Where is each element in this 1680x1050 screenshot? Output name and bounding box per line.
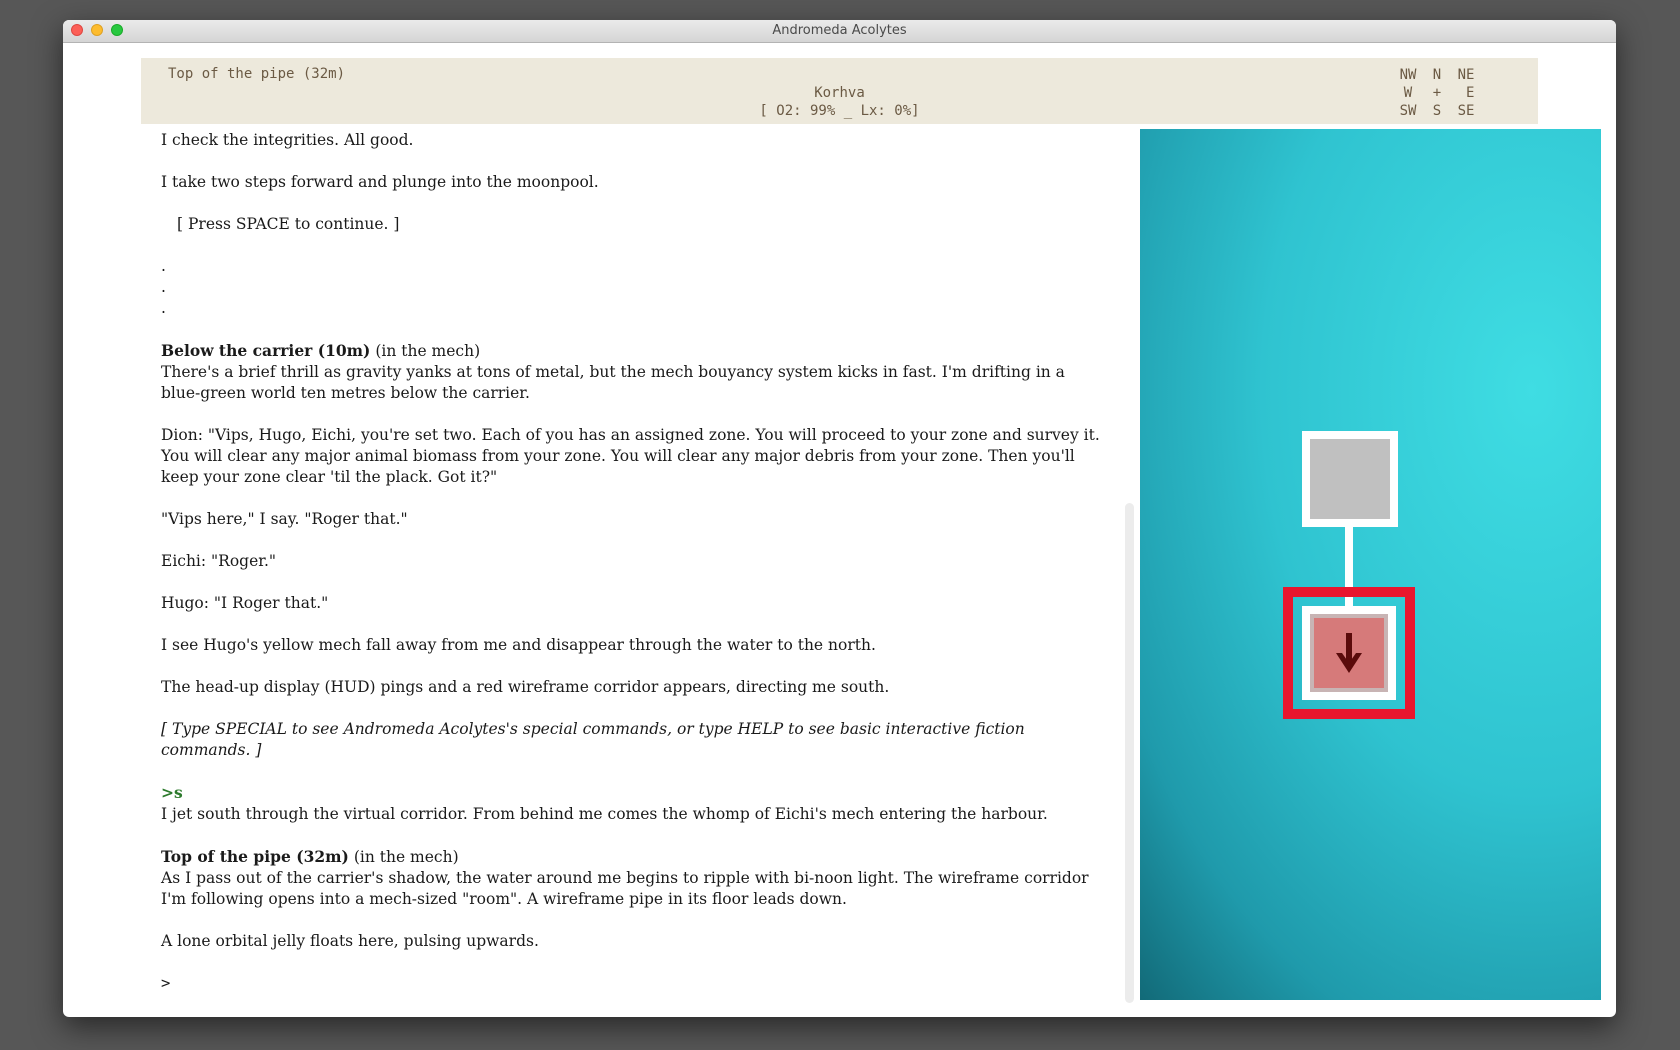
- map-view: [1140, 129, 1601, 1000]
- window-title: Andromeda Acolytes: [772, 23, 907, 38]
- compass-se[interactable]: SE: [1451, 102, 1481, 120]
- story-paragraph: "Vips here," I say. "Roger that.": [161, 510, 408, 528]
- map-room-north[interactable]: [1302, 431, 1398, 527]
- status-location: Top of the pipe (32m): [168, 66, 346, 82]
- status-center: Korhva [ O2: 99% _ Lx: 0%]: [141, 84, 1538, 120]
- dot: .: [161, 299, 166, 317]
- compass-center: +: [1432, 85, 1442, 101]
- down-arrow-icon: [1336, 633, 1362, 673]
- dot: .: [161, 257, 166, 275]
- status-region: Korhva: [814, 85, 865, 101]
- status-bar: Top of the pipe (32m) Korhva [ O2: 99% _…: [141, 58, 1538, 124]
- story-transcript: I check the integrities. All good. I tak…: [161, 130, 1106, 1010]
- room-heading: Top of the pipe (32m): [161, 847, 349, 866]
- room-description: Top of the pipe (32m) (in the mech) As I …: [161, 846, 1106, 910]
- room-description: Below the carrier (10m) (in the mech) The…: [161, 340, 1106, 404]
- compass-n[interactable]: N: [1423, 66, 1451, 84]
- ellipsis-dots: . . .: [161, 256, 1106, 319]
- story-paragraph: Dion: "Vips, Hugo, Eichi, you're set two…: [161, 426, 1100, 486]
- room-heading-suffix: (in the mech): [348, 848, 459, 866]
- continue-hint: [ Press SPACE to continue. ]: [177, 215, 400, 233]
- map-room-current[interactable]: [1302, 606, 1396, 700]
- room-heading-suffix: (in the mech): [370, 342, 481, 360]
- story-paragraph: Hugo: "I Roger that.": [161, 594, 329, 612]
- close-window-button[interactable]: [71, 24, 83, 36]
- scrollbar[interactable]: [1125, 503, 1134, 1003]
- window-controls: [71, 24, 123, 36]
- zoom-window-button[interactable]: [111, 24, 123, 36]
- compass-nw[interactable]: NW: [1393, 66, 1423, 84]
- app-window: Andromeda Acolytes Top of the pipe (32m)…: [63, 20, 1616, 1017]
- dot: .: [161, 278, 166, 296]
- story-paragraph: I take two steps forward and plunge into…: [161, 173, 599, 191]
- compass-s[interactable]: S: [1423, 102, 1451, 120]
- compass-e[interactable]: E: [1451, 84, 1481, 102]
- room-body: There's a brief thrill as gravity yanks …: [161, 363, 1065, 402]
- map-room-north-fill: [1310, 439, 1390, 519]
- compass-ne[interactable]: NE: [1451, 66, 1481, 84]
- story-paragraph: I check the integrities. All good.: [161, 131, 414, 149]
- story-paragraph: Eichi: "Roger.": [161, 552, 277, 570]
- title-bar: Andromeda Acolytes: [63, 20, 1616, 43]
- help-hint: [ Type SPECIAL to see Andromeda Acolytes…: [161, 720, 1025, 759]
- compass-rose: NW N NE W + E SW S SE: [1393, 66, 1481, 120]
- story-paragraph: I see Hugo's yellow mech fall away from …: [161, 636, 876, 654]
- map-room-current-fill: [1310, 614, 1388, 692]
- command-prompt[interactable]: >: [161, 973, 1106, 994]
- room-heading: Below the carrier (10m): [161, 341, 371, 360]
- status-readout: [ O2: 99% _ Lx: 0%]: [759, 103, 920, 119]
- compass-w[interactable]: W: [1393, 84, 1423, 102]
- command-echo: >s I jet south through the virtual corrid…: [161, 782, 1106, 825]
- story-paragraph: The head-up display (HUD) pings and a re…: [161, 678, 890, 696]
- story-paragraph: A lone orbital jelly floats here, pulsin…: [161, 932, 539, 950]
- command-text: >s: [161, 783, 183, 802]
- room-body: As I pass out of the carrier's shadow, t…: [161, 869, 1089, 908]
- story-paragraph: I jet south through the virtual corridor…: [161, 805, 1048, 823]
- minimize-window-button[interactable]: [91, 24, 103, 36]
- compass-sw[interactable]: SW: [1393, 102, 1423, 120]
